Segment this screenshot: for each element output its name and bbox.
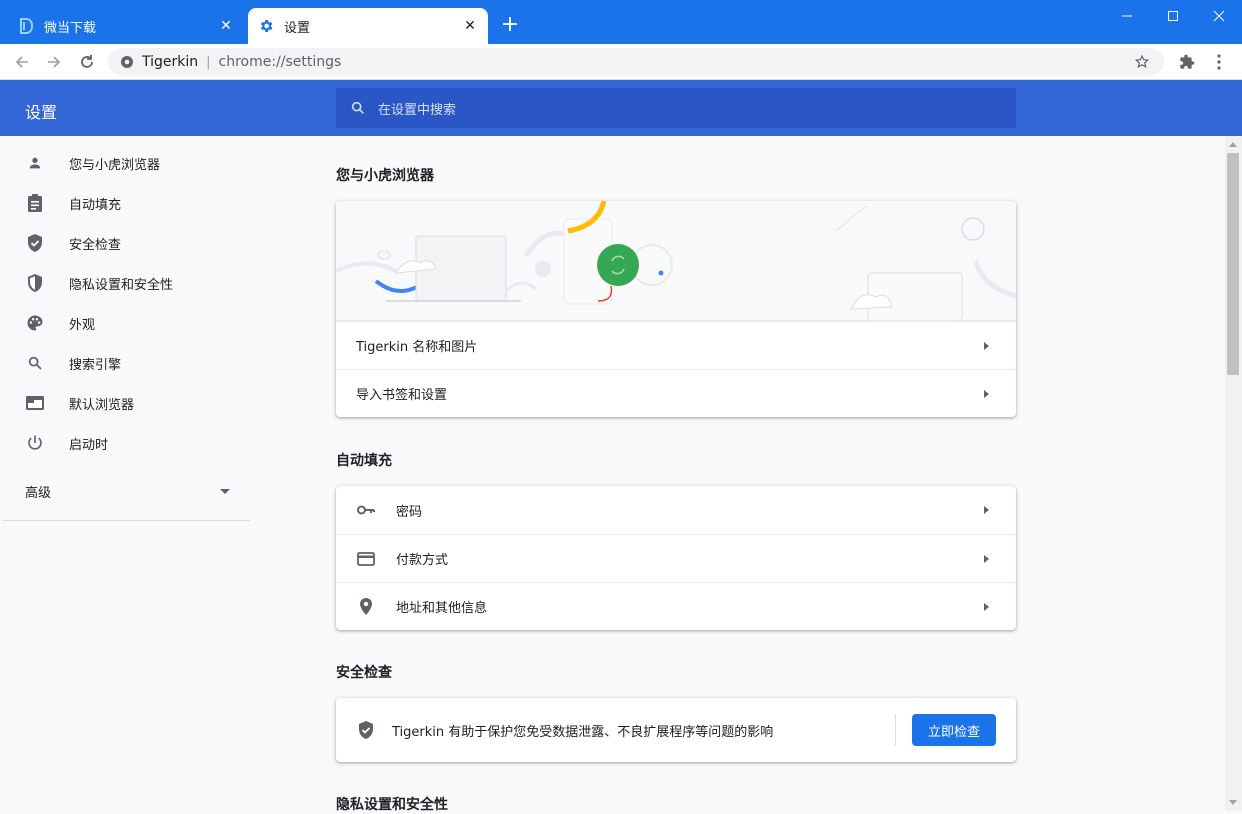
palette-icon [25,313,45,333]
row-addresses[interactable]: 地址和其他信息 [336,582,1016,630]
power-icon [25,433,45,453]
row-name-and-picture[interactable]: Tigerkin 名称和图片 [336,321,1016,369]
arrow-right-icon [984,506,989,514]
sidebar-item-label: 搜索引擎 [69,357,122,373]
vertical-separator [895,714,896,746]
row-payment-methods[interactable]: 付款方式 [336,534,1016,582]
sidebar-item-privacy[interactable]: 隐私设置和安全性 [0,263,250,303]
new-tab-button[interactable]: + [498,14,522,38]
advanced-label: 高级 [25,485,52,501]
browser-toolbar: Tigerkin | chrome://settings [0,44,1242,80]
search-placeholder: 在设置中搜索 [378,102,457,118]
tab-weidown[interactable]: 微当下载 ✕ [8,8,244,44]
gear-icon [258,18,274,34]
sidebar-item-search-engine[interactable]: 搜索引擎 [0,343,250,383]
sidebar-item-on-startup[interactable]: 启动时 [0,423,250,463]
arrow-right-icon [984,554,989,563]
sidebar-item-label: 安全检查 [69,237,122,253]
card-you: Tigerkin 名称和图片 导入书签和设置 [336,201,1016,417]
tab-close-icon[interactable]: ✕ [218,18,234,34]
row-label: 密码 [396,504,423,520]
row-label: 付款方式 [396,553,449,568]
url-separator: | [206,54,211,70]
sidebar-item-label: 您与小虎浏览器 [69,157,161,173]
section-title-safety: 安全检查 [336,665,392,681]
browser-window-icon [25,393,45,413]
tab-title: 微当下载 [44,20,97,36]
person-icon [25,153,45,173]
search-icon [350,100,366,116]
chevron-down-icon [220,484,230,499]
page-scrollbar[interactable] [1225,136,1242,811]
safety-check-description: Tigerkin 有助于保护您免受数据泄露、不良扩展程序等问题的影响 [392,724,774,740]
arrow-right-icon [984,389,989,398]
sidebar-divider [2,520,250,521]
scrollbar-thumb[interactable] [1227,153,1239,375]
bookmark-star-icon[interactable] [1134,54,1150,74]
section-title-you: 您与小虎浏览器 [336,168,434,184]
sidebar-advanced-toggle[interactable]: 高级 [0,476,250,506]
sidebar-item-appearance[interactable]: 外观 [0,303,250,343]
weidown-favicon-icon [18,18,34,34]
search-icon [25,353,45,373]
section-title-autofill: 自动填充 [336,453,392,469]
row-label: Tigerkin 名称和图片 [356,340,478,355]
settings-sidebar: 您与小虎浏览器 自动填充 安全检查 隐私设置和安全性 外观 搜索引擎 默认浏览器… [0,136,250,811]
settings-search-input[interactable]: 在设置中搜索 [336,88,1016,128]
key-icon [356,500,376,520]
tab-title: 设置 [284,20,311,36]
arrow-right-icon [984,341,989,350]
sidebar-item-label: 默认浏览器 [69,397,135,413]
credit-card-icon [356,549,376,569]
sidebar-item-label: 启动时 [69,437,109,453]
row-label: 地址和其他信息 [396,601,488,616]
sidebar-item-label: 外观 [69,317,96,333]
settings-header: 设置 在设置中搜索 [0,80,1242,136]
row-passwords[interactable]: 密码 [336,486,1016,534]
tab-settings[interactable]: 设置 ✕ [248,8,488,44]
shield-check-icon [356,720,376,740]
shield-check-icon [25,233,45,253]
sidebar-item-you[interactable]: 您与小虎浏览器 [0,143,250,183]
check-now-button[interactable]: 立即检查 [912,714,996,746]
sidebar-item-default-browser[interactable]: 默认浏览器 [0,383,250,423]
sidebar-item-label: 隐私设置和安全性 [69,277,174,293]
page-title: 设置 [25,103,58,122]
reload-icon[interactable] [75,50,99,74]
scroll-down-arrow-icon[interactable] [1229,800,1237,805]
back-arrow-icon[interactable] [10,50,34,74]
forward-arrow-icon[interactable] [42,50,66,74]
row-label: 导入书签和设置 [356,388,448,403]
clipboard-icon [25,193,45,213]
sidebar-item-autofill[interactable]: 自动填充 [0,183,250,223]
site-info-icon[interactable] [120,55,134,69]
maximize-icon[interactable] [1150,0,1196,32]
section-title-privacy: 隐私设置和安全性 [336,797,448,813]
menu-kebab-icon[interactable] [1207,50,1231,74]
sync-banner-illustration [336,201,1016,322]
location-pin-icon [356,597,376,617]
card-autofill: 密码 付款方式 地址和其他信息 [336,486,1016,630]
minimize-icon[interactable] [1104,0,1150,32]
extensions-puzzle-icon[interactable] [1175,50,1199,74]
card-safety-check: Tigerkin 有助于保护您免受数据泄露、不良扩展程序等问题的影响 立即检查 [336,698,1016,762]
tab-close-icon[interactable]: ✕ [462,18,478,34]
address-bar[interactable]: Tigerkin | chrome://settings [108,48,1164,76]
arrow-right-icon [984,602,989,611]
row-import-bookmarks[interactable]: 导入书签和设置 [336,369,1016,417]
sidebar-item-safety-check[interactable]: 安全检查 [0,223,250,263]
scroll-up-arrow-icon[interactable] [1229,142,1237,147]
url-text: chrome://settings [218,54,342,70]
title-bar: 微当下载 ✕ 设置 ✕ + [0,0,1242,44]
close-window-icon[interactable] [1196,0,1242,32]
sidebar-item-label: 自动填充 [69,197,122,213]
shield-half-icon [25,273,45,293]
site-name: Tigerkin [142,54,199,70]
